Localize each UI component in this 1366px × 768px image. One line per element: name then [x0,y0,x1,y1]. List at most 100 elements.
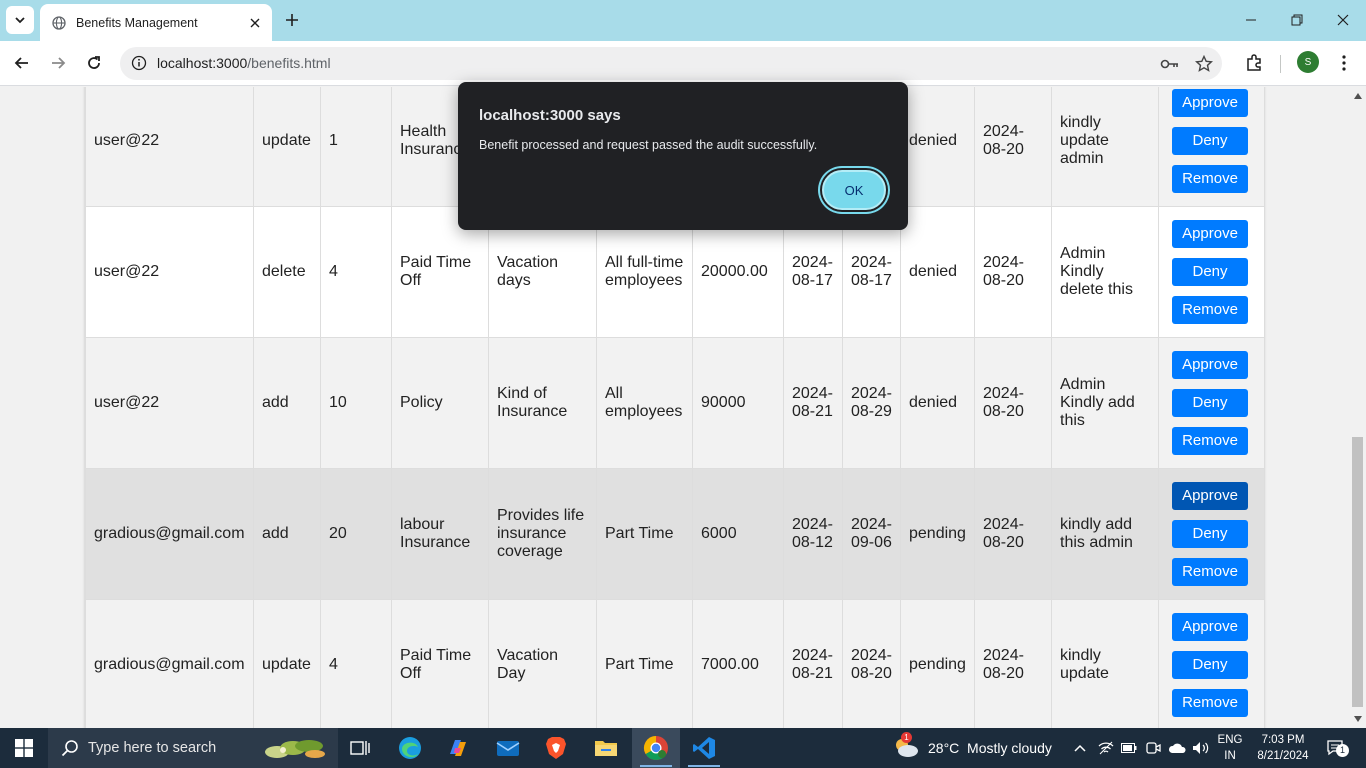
approve-button[interactable]: Approve [1172,220,1248,248]
cell-start-date-line: 08-17 [792,272,833,289]
deny-button[interactable]: Deny [1172,520,1248,548]
approve-button[interactable]: Approve [1172,482,1248,510]
remove-button[interactable]: Remove [1172,558,1248,586]
page-scrollbar[interactable] [1350,87,1366,728]
browser-menu-button[interactable] [1330,49,1358,77]
remove-button[interactable]: Remove [1172,296,1248,324]
cell-request-date: 2024- 08-20 [974,468,1052,600]
taskbar-search-box[interactable]: Type here to search [48,728,338,768]
cell-comment-line: admin [1060,150,1104,167]
cell-status-line: denied [909,132,958,149]
volume-icon[interactable] [1190,728,1212,768]
key-icon[interactable] [1160,54,1180,74]
scroll-down-icon[interactable] [1353,714,1363,724]
more-vertical-icon [1342,55,1346,71]
table-row: gradious@gmail.com update 4 Paid Time Off Vac… [85,599,1265,728]
scroll-up-icon[interactable] [1353,91,1363,101]
cell-end-date-line: 2024- [851,647,892,664]
dialog-message: Benefit processed and request passed the… [479,138,818,152]
meet-now-icon[interactable] [1142,728,1164,768]
cell-benefit-name: Paid Time Off [391,599,489,728]
taskbar-brave[interactable] [532,728,580,768]
approve-button[interactable]: Approve [1172,613,1248,641]
cell-comment: kindly update [1051,599,1159,728]
cell-benefit-name-line: Paid Time [400,647,472,664]
cell-description: Vacation Day [488,599,597,728]
cell-eligibility: Part Time [596,468,693,600]
new-tab-button[interactable] [280,8,304,32]
notification-center-button[interactable]: 1 [1322,736,1350,760]
show-hidden-icons-button[interactable] [1068,728,1092,768]
taskbar-mail[interactable] [484,728,532,768]
cell-actions: Approve Deny Remove [1158,337,1265,469]
cell-status-line: pending [909,525,966,542]
table-row: user@22 add 10 Policy Kind of Insurance All emp… [85,337,1265,469]
cell-description-line: Provides life [497,507,585,524]
bookmark-star-icon[interactable] [1194,54,1214,74]
alert-dialog: localhost:3000 says Benefit processed an… [458,82,908,230]
taskbar-chrome[interactable] [632,728,680,768]
cell-action: update [253,599,321,728]
network-icon[interactable] [1094,728,1118,768]
cell-comment-line: this admin [1060,534,1133,551]
taskbar-clock[interactable]: 7:03 PM 8/21/2024 [1250,732,1316,764]
cell-start-date-line: 2024- [792,647,833,664]
taskbar-weather[interactable]: 1 28°C Mostly cloudy [892,728,1052,768]
restore-window-button[interactable] [1274,0,1320,40]
task-view-button[interactable] [336,728,384,768]
deny-button[interactable]: Deny [1172,258,1248,286]
tab-search-button[interactable] [6,6,34,34]
start-button[interactable] [0,728,48,768]
taskbar-file-explorer[interactable] [582,728,630,768]
remove-button[interactable]: Remove [1172,689,1248,717]
deny-button[interactable]: Deny [1172,389,1248,417]
site-info-icon[interactable] [130,54,148,72]
taskbar-vscode[interactable] [680,728,728,768]
remove-button[interactable]: Remove [1172,165,1248,193]
close-tab-icon[interactable] [244,12,266,34]
cell-request-date-line: 08-20 [983,665,1024,682]
onedrive-cloud-icon[interactable] [1166,728,1188,768]
cell-comment-line: update [1060,132,1109,149]
cell-start-date-line: 2024- [792,254,833,271]
extensions-button[interactable] [1240,49,1268,77]
approve-button[interactable]: Approve [1172,351,1248,379]
cell-start-date-line: 08-21 [792,403,833,420]
reload-button[interactable] [80,49,108,77]
taskbar-edge[interactable] [386,728,434,768]
cell-amount-line: 7000.00 [701,656,759,673]
deny-button[interactable]: Deny [1172,651,1248,679]
minimize-window-button[interactable] [1228,0,1274,40]
profile-avatar[interactable]: S [1297,51,1319,73]
cell-eligibility-line: All [605,385,623,402]
cell-status: denied [900,206,975,338]
cell-actions: Approve Deny Remove [1158,206,1265,338]
cell-comment-line: kindly add [1060,516,1133,533]
back-button[interactable] [8,49,36,77]
cell-eligibility-line: Part Time [605,656,674,673]
language-code: ENG [1217,734,1243,746]
close-window-button[interactable] [1320,0,1366,40]
deny-button[interactable]: Deny [1172,127,1248,155]
address-bar[interactable]: localhost:3000/benefits.html [120,47,1222,80]
dialog-ok-button[interactable]: OK [822,170,886,210]
browser-tab[interactable]: Benefits Management [40,4,272,41]
search-highlight-art [265,740,325,758]
scrollbar-thumb[interactable] [1352,437,1363,707]
cell-status: pending [900,468,975,600]
cell-start-date-line: 08-12 [792,534,833,551]
forward-button[interactable] [44,49,72,77]
remove-button[interactable]: Remove [1172,427,1248,455]
approve-button[interactable]: Approve [1172,89,1248,117]
cell-amount: 90000 [692,337,784,469]
cell-benefit-id-line: 10 [329,394,347,411]
windows-taskbar: Type here to search 1 28°C Mostly cloudy… [0,728,1366,768]
battery-icon[interactable] [1118,728,1140,768]
input-language-indicator[interactable]: ENG IN [1214,732,1246,764]
cell-benefit-name-line: labour [400,516,445,533]
cell-user-line: user@22 [94,263,160,280]
cell-benefit-id-line: 1 [329,132,338,149]
task-view-icon [350,741,370,755]
cell-request-date: 2024- 08-20 [974,599,1052,728]
taskbar-copilot[interactable] [434,728,482,768]
